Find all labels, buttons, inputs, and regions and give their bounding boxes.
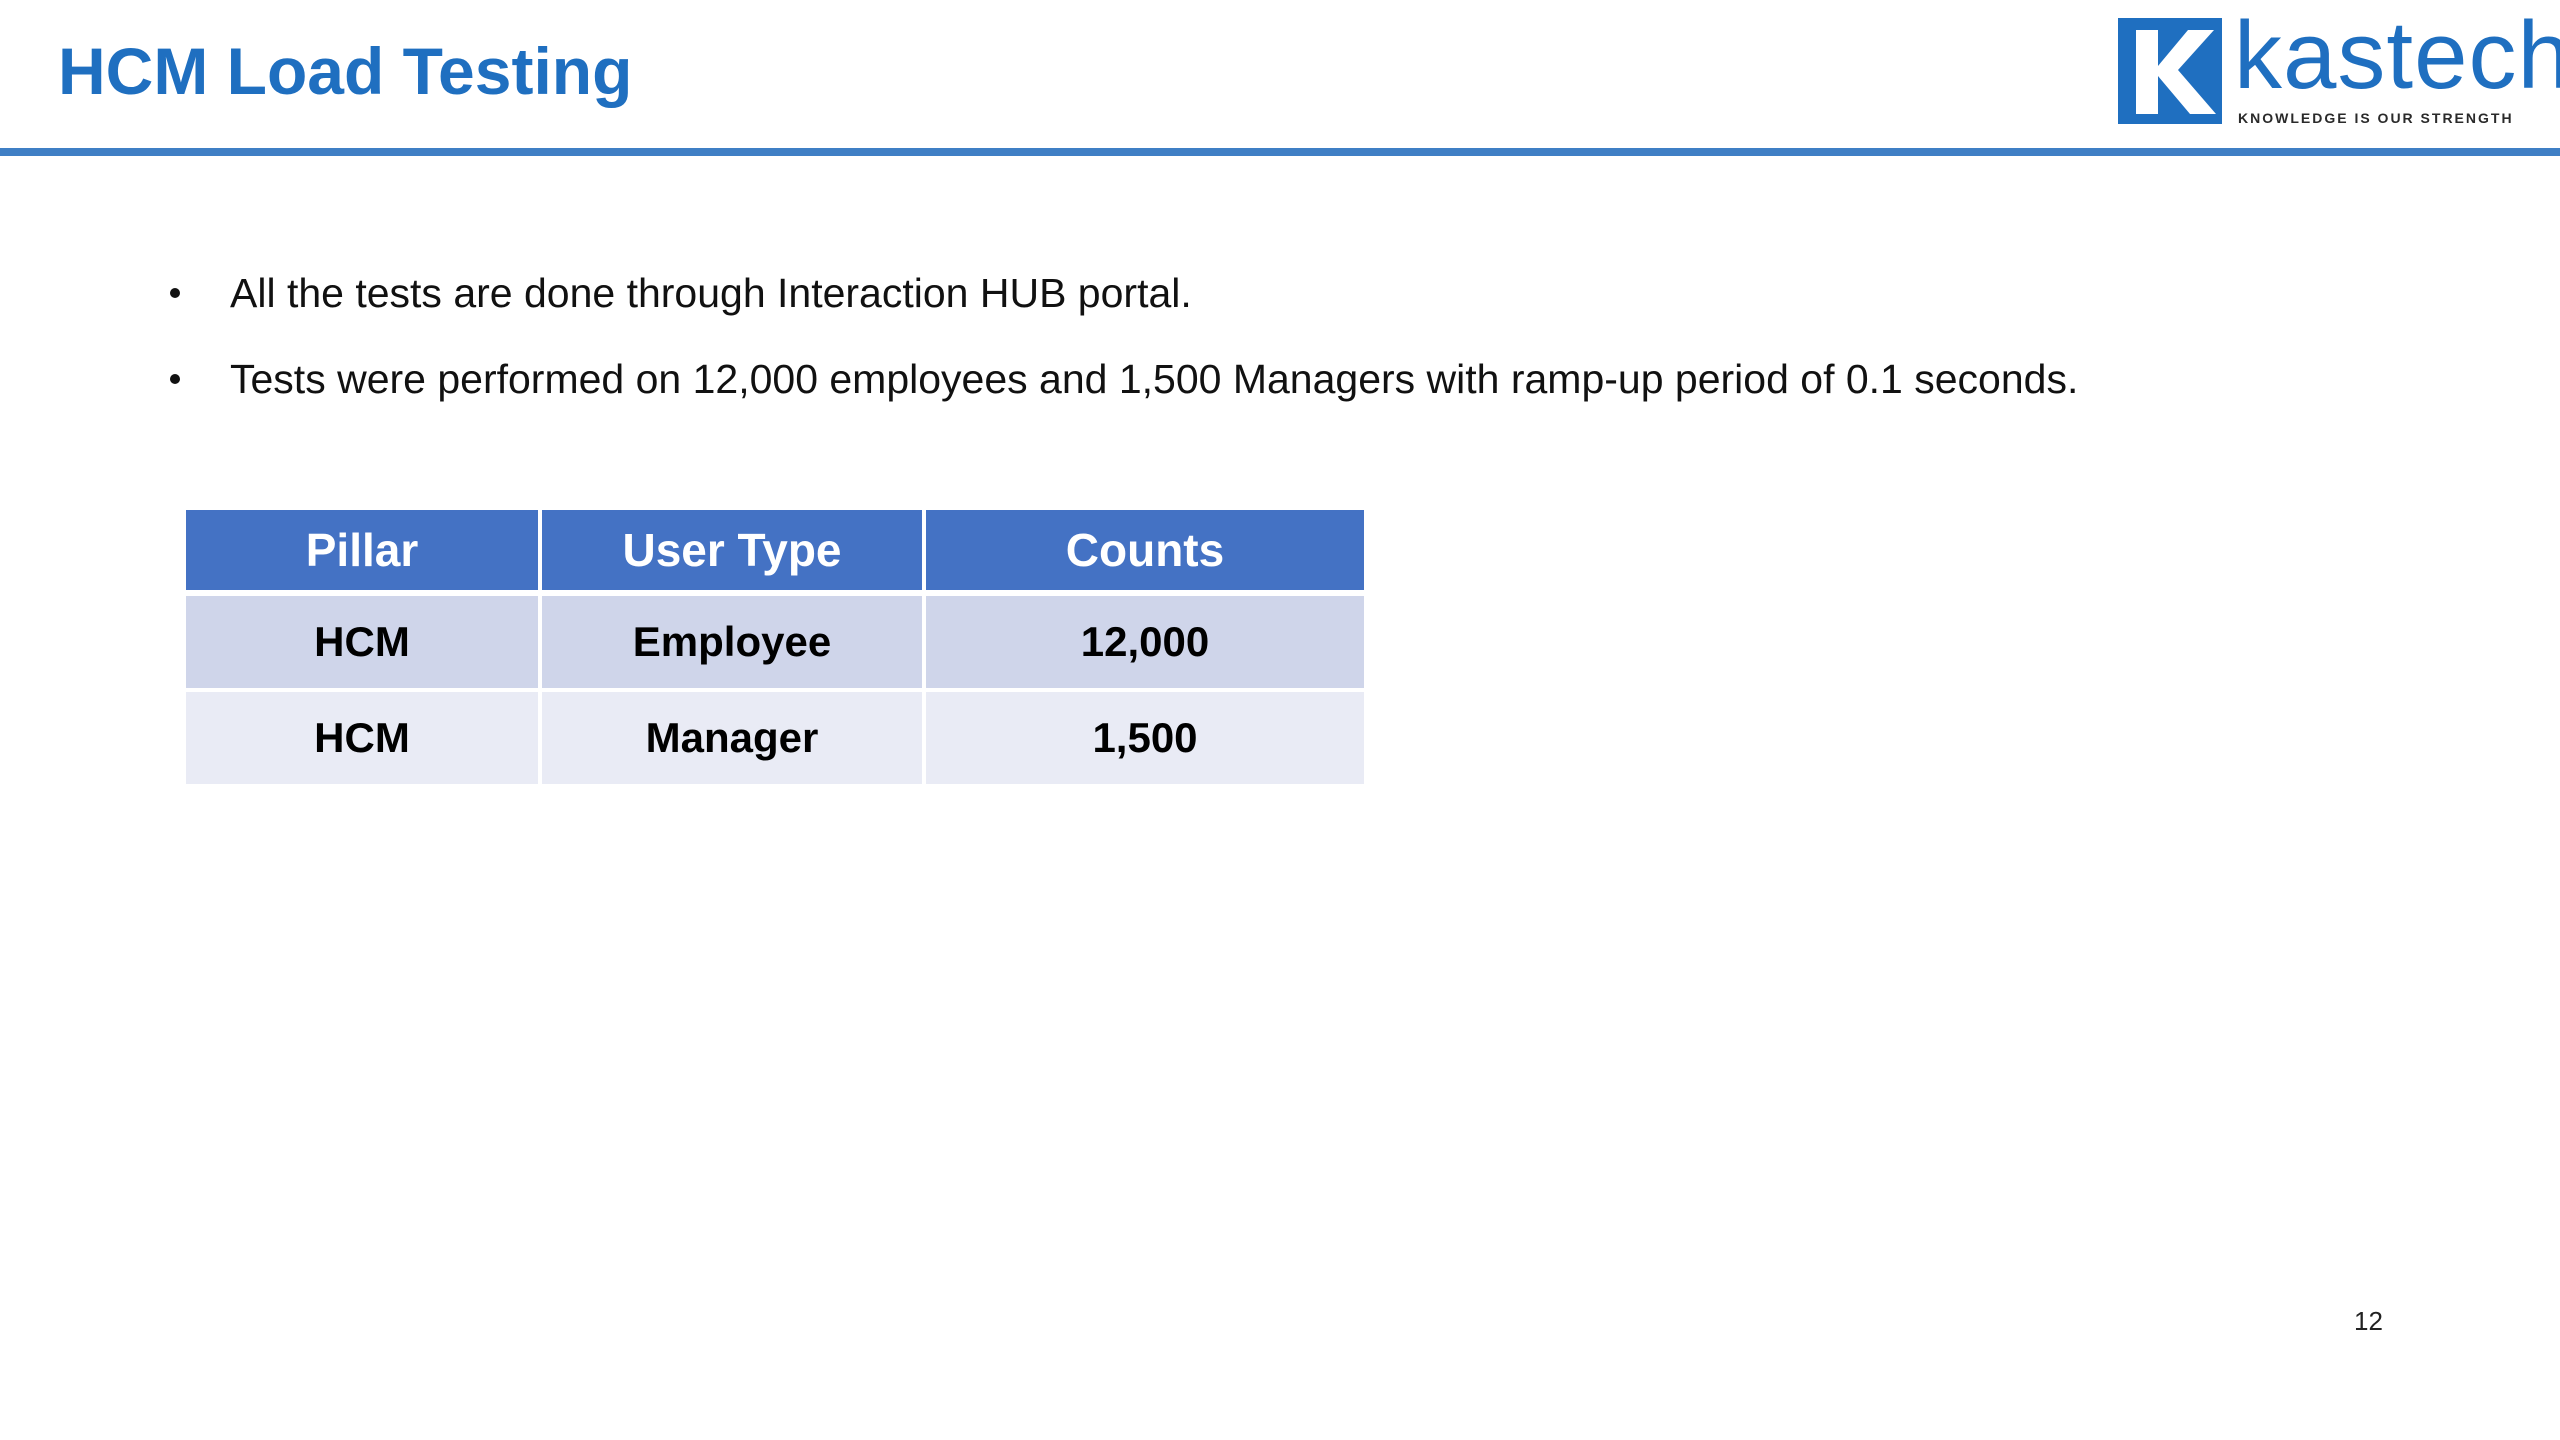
cell-pillar: HCM bbox=[182, 591, 542, 692]
logo-tagline: KNOWLEDGE IS OUR STRENGTH bbox=[2238, 110, 2514, 126]
logo-wordmark: kastech bbox=[2234, 2, 2560, 109]
table-row: HCM Employee 12,000 bbox=[182, 591, 1368, 692]
cell-user-type: Employee bbox=[538, 591, 926, 692]
title-divider bbox=[0, 148, 2560, 156]
table-header-row: Pillar User Type Counts bbox=[182, 506, 1368, 596]
header-pillar: Pillar bbox=[182, 506, 542, 596]
page-title: HCM Load Testing bbox=[58, 34, 633, 108]
bullet-item: All the tests are done through Interacti… bbox=[160, 262, 2078, 324]
bullet-dot-icon bbox=[170, 374, 180, 384]
cell-count: 1,500 bbox=[922, 688, 1368, 788]
header-user-type: User Type bbox=[538, 506, 926, 596]
cell-count: 12,000 bbox=[922, 591, 1368, 692]
cell-user-type: Manager bbox=[538, 688, 926, 788]
slide: HCM Load Testing kastech KNOWLEDGE IS OU… bbox=[0, 0, 2560, 1440]
bullet-list: All the tests are done through Interacti… bbox=[160, 262, 2078, 434]
bullet-item: Tests were performed on 12,000 employees… bbox=[160, 348, 2078, 410]
cell-pillar: HCM bbox=[182, 688, 542, 788]
bullet-text: Tests were performed on 12,000 employees… bbox=[230, 356, 2079, 402]
logo-k-mark-icon bbox=[2118, 18, 2222, 124]
user-counts-table: Pillar User Type Counts HCM Employee 12,… bbox=[182, 506, 1368, 788]
bullet-dot-icon bbox=[170, 288, 180, 298]
bullet-text: All the tests are done through Interacti… bbox=[230, 270, 1192, 316]
kastech-logo: kastech KNOWLEDGE IS OUR STRENGTH bbox=[2118, 4, 2560, 131]
page-number: 12 bbox=[2354, 1306, 2383, 1336]
header-counts: Counts bbox=[922, 506, 1368, 596]
table-row: HCM Manager 1,500 bbox=[182, 688, 1368, 788]
